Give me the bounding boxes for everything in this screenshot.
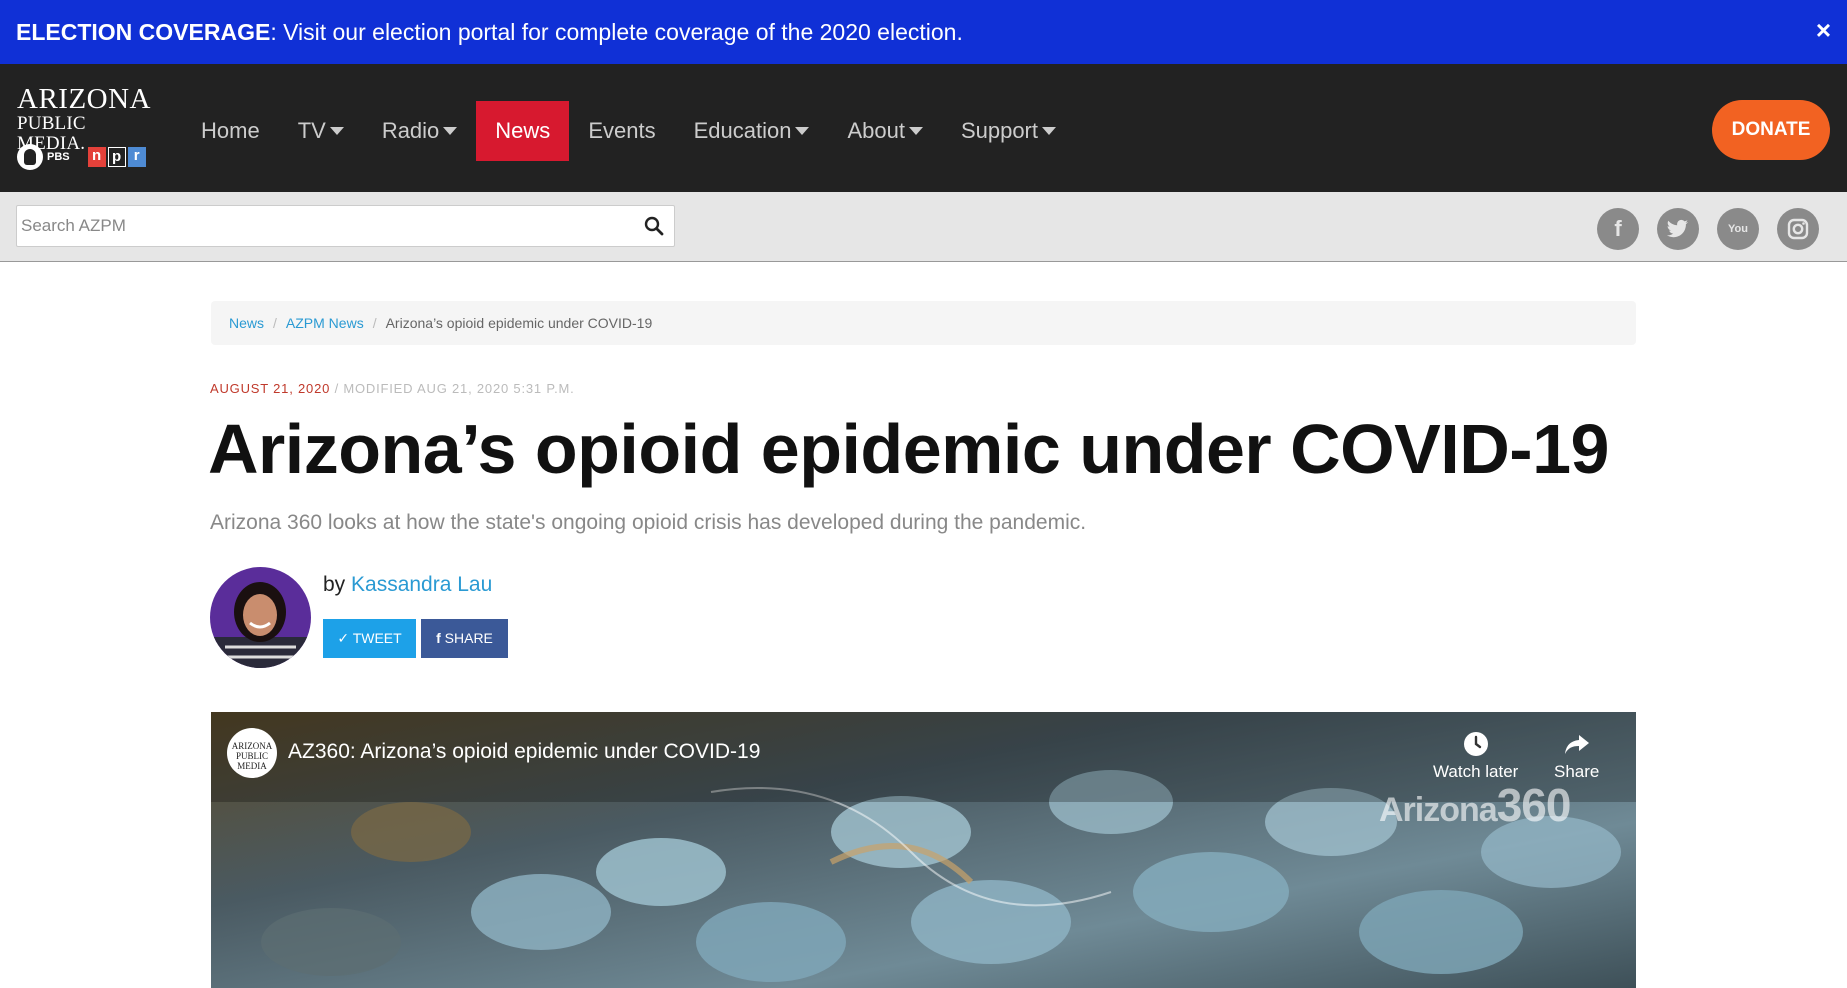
nav-item-radio[interactable]: Radio [363, 101, 476, 161]
facebook-share-button[interactable]: f SHARE [421, 619, 508, 658]
main-nav: ARIZONA PUBLIC MEDIA. PBS n p r Home TV … [0, 64, 1847, 192]
pbs-icon [17, 144, 43, 170]
nav-label: Education [693, 118, 792, 143]
article-title: Arizona’s opioid epidemic under COVID-19 [208, 410, 1609, 488]
npr-letter-n: n [87, 147, 106, 167]
facebook-icon[interactable]: f [1597, 208, 1639, 250]
nav-item-news[interactable]: News [476, 101, 570, 161]
byline-prefix: by [323, 573, 352, 596]
breadcrumb-current: Arizona’s opioid epidemic under COVID-19 [385, 315, 653, 331]
azpm-logo[interactable]: ARIZONA PUBLIC MEDIA. PBS n p r [17, 84, 157, 176]
avatar-image [210, 567, 311, 668]
channel-logo-line1: ARIZONA [231, 741, 273, 751]
nav-item-support[interactable]: Support [942, 101, 1075, 161]
search-bar: f You [0, 192, 1847, 262]
video-share-button[interactable]: Share [1554, 730, 1599, 782]
logo-line1: ARIZONA [17, 83, 151, 115]
nav-label: News [495, 118, 551, 143]
nav-item-home[interactable]: Home [182, 101, 279, 161]
author-link[interactable]: Kassandra Lau [351, 573, 492, 596]
watch-later-button[interactable]: Watch later [1433, 730, 1518, 782]
byline: by Kassandra Lau [323, 573, 492, 597]
nav-label: About [847, 118, 905, 143]
banner-label: ELECTION COVERAGE [16, 19, 271, 45]
breadcrumb-separator: / [372, 315, 377, 331]
watermark-number: 360 [1496, 779, 1572, 831]
npr-logo: n p r [87, 147, 148, 167]
twitter-icon[interactable] [1657, 208, 1699, 250]
banner-text: : Visit our election portal for complete… [270, 19, 963, 45]
tweet-button[interactable]: ✓ TWEET [323, 619, 416, 658]
donate-button[interactable]: DONATE [1712, 100, 1830, 160]
npr-letter-p: p [107, 147, 126, 167]
search-box [16, 205, 675, 247]
pbs-label: PBS [47, 151, 70, 163]
breadcrumb: News / AZPM News / Arizona’s opioid epidemic… [211, 301, 1636, 345]
video-player[interactable]: ARIZONA PUBLIC MEDIA AZ360: Arizona’s opi… [211, 712, 1636, 988]
arizona-360-watermark: Arizona360 [1379, 778, 1572, 832]
banner-message[interactable]: ELECTION COVERAGE: Visit our election po… [16, 19, 963, 45]
caret-down-icon [795, 127, 810, 135]
nav-item-about[interactable]: About [828, 101, 942, 161]
nav-label: Support [960, 118, 1038, 143]
npr-letter-r: r [127, 147, 146, 167]
caret-down-icon [443, 127, 458, 135]
video-title[interactable]: AZ360: Arizona’s opioid epidemic under C… [288, 740, 760, 764]
nav-menu: Home TV Radio News Events Education Abou… [182, 101, 1075, 161]
instagram-icon[interactable] [1777, 208, 1819, 250]
facebook-icon: f [436, 630, 441, 646]
twitter-bird-icon [1666, 219, 1688, 238]
tweet-label: TWEET [352, 630, 402, 646]
election-banner: ELECTION COVERAGE: Visit our election po… [0, 0, 1847, 64]
clock-icon [1463, 732, 1488, 756]
nav-item-tv[interactable]: TV [279, 101, 363, 161]
author-avatar[interactable] [210, 567, 311, 668]
dateline: AUGUST 21, 2020 / MODIFIED AUG 21, 2020 … [210, 381, 575, 396]
youtube-icon[interactable]: You [1717, 208, 1759, 250]
search-input[interactable] [21, 206, 621, 246]
instagram-glyph-icon [1787, 218, 1809, 240]
nav-label: Events [588, 118, 656, 143]
caret-down-icon [1042, 127, 1056, 135]
breadcrumb-news[interactable]: News [229, 315, 264, 331]
nav-item-events[interactable]: Events [569, 101, 674, 161]
close-icon[interactable]: × [1816, 17, 1831, 43]
logo-badges: PBS n p r [17, 144, 148, 170]
breadcrumb-azpm-news[interactable]: AZPM News [286, 315, 364, 331]
modified-date: / MODIFIED AUG 21, 2020 5:31 P.M. [330, 381, 575, 396]
caret-down-icon [329, 127, 344, 135]
article-subtitle: Arizona 360 looks at how the state's ong… [210, 511, 1087, 534]
nav-item-education[interactable]: Education [675, 101, 829, 161]
nav-label: Home [201, 118, 260, 143]
search-icon[interactable] [644, 216, 664, 236]
share-arrow-icon [1564, 735, 1589, 754]
twitter-icon: ✓ [337, 630, 353, 646]
share-label: SHARE [444, 630, 493, 646]
nav-label: Radio [381, 118, 440, 143]
nav-label: TV [297, 118, 326, 143]
channel-logo[interactable]: ARIZONA PUBLIC MEDIA [227, 728, 277, 778]
publish-date: AUGUST 21, 2020 [210, 381, 331, 396]
breadcrumb-separator: / [273, 315, 277, 331]
watermark-word: Arizona [1379, 791, 1498, 829]
caret-down-icon [908, 127, 923, 135]
channel-logo-line2: PUBLIC MEDIA [235, 751, 268, 771]
